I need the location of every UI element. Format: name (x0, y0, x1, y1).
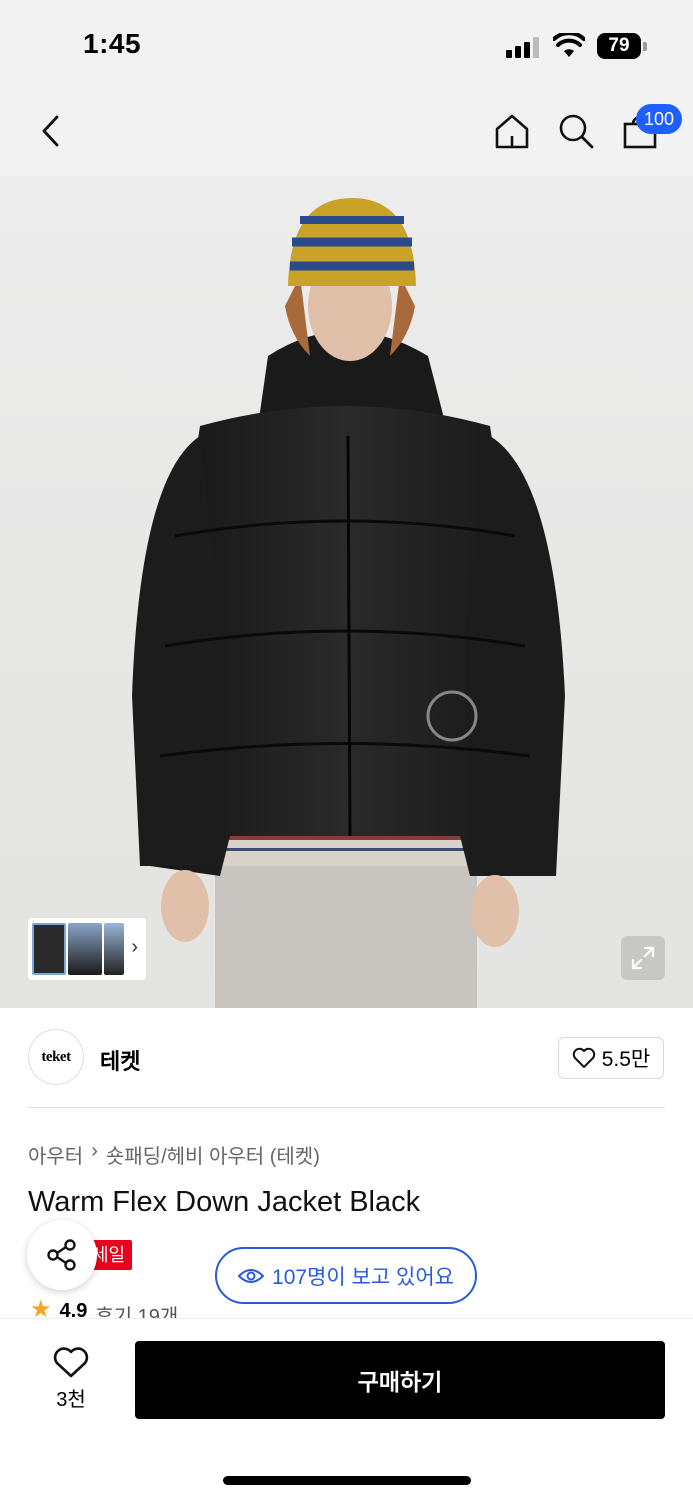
cart-count-badge: 100 (636, 104, 682, 134)
product-image[interactable] (0, 176, 693, 1008)
product-title: Warm Flex Down Jacket Black (28, 1186, 421, 1218)
expand-icon (631, 946, 655, 970)
eye-icon (238, 1268, 265, 1283)
status-bar: 1:45 79 (0, 0, 693, 88)
back-button[interactable] (30, 106, 70, 156)
top-nav (0, 88, 693, 176)
bottom-action-bar: 3천 구매하기 (0, 1318, 693, 1500)
status-time: 1:45 (83, 28, 142, 59)
battery-level: 79 (597, 33, 641, 59)
battery-icon: 79 (597, 33, 647, 59)
wishlist-button[interactable]: 3천 (40, 1347, 102, 1417)
signal-icon (506, 36, 542, 58)
brand-name[interactable]: 테켓 (100, 1044, 140, 1076)
thumbnail-1[interactable] (32, 923, 66, 975)
rating-row[interactable]: ★ 4.9 후기 19개 (30, 1300, 178, 1320)
rating-score: 4.9 (59, 1300, 88, 1320)
expand-button[interactable] (621, 936, 665, 980)
thumbnail-2[interactable] (68, 923, 102, 975)
heart-icon (572, 1047, 595, 1068)
viewers-text: 107명이 보고 있어요 (272, 1265, 454, 1289)
search-icon (559, 114, 594, 149)
breadcrumb-item-outer[interactable]: 아우터 (28, 1140, 83, 1169)
wifi-icon (553, 33, 585, 57)
brand-like-count: 5.5만 (601, 1048, 651, 1071)
review-count: 후기 19개 (95, 1306, 179, 1320)
home-indicator (223, 1476, 471, 1485)
wishlist-count: 3천 (56, 1389, 86, 1411)
product-photo (132, 198, 565, 1008)
brand-like-button[interactable]: 5.5만 (558, 1037, 664, 1079)
breadcrumb-item-category[interactable]: 숏패딩/헤비 아우터 (테켓) (106, 1140, 320, 1169)
thumbnail-strip[interactable]: › (28, 918, 146, 980)
search-button[interactable] (554, 106, 598, 156)
viewers-indicator: 107명이 보고 있어요 (215, 1247, 477, 1304)
chevron-left-icon (42, 115, 59, 147)
thumbnail-3[interactable] (104, 923, 124, 975)
chevron-right-icon: › (131, 936, 138, 958)
star-icon: ★ (30, 1300, 52, 1320)
share-button[interactable] (27, 1220, 97, 1290)
brand-logo[interactable]: teket (28, 1029, 84, 1085)
divider (28, 1107, 665, 1108)
share-icon (47, 1239, 76, 1271)
brand-row: teket 테켓 5.5만 (0, 1008, 693, 1108)
breadcrumb: 아우터 › 숏패딩/헤비 아우터 (테켓) (28, 1140, 320, 1169)
chevron-right-icon: › (91, 1140, 98, 1162)
heart-icon (53, 1347, 89, 1378)
home-icon (495, 114, 529, 149)
home-button[interactable] (490, 106, 534, 156)
buy-button[interactable]: 구매하기 (135, 1341, 665, 1419)
